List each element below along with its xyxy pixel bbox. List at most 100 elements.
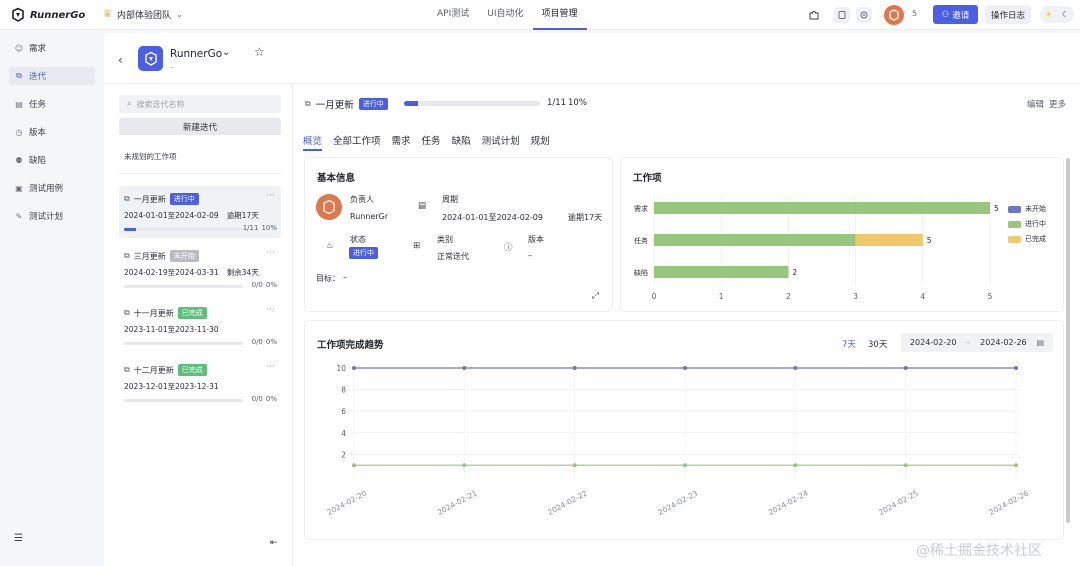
- more-icon[interactable]: ···: [266, 362, 275, 372]
- x-tick-label: 1: [719, 292, 724, 301]
- data-point: [903, 366, 908, 370]
- iteration-dates: 2023-11-01至2023-11-30: [124, 324, 219, 335]
- more-icon[interactable]: ···: [266, 248, 275, 258]
- nav-item[interactable]: ☺ 需求: [9, 39, 95, 57]
- date-to: 2024-02-26: [980, 338, 1027, 347]
- status-badge: 已完成: [177, 364, 207, 376]
- edit-button[interactable]: 编辑: [1027, 98, 1044, 110]
- data-point: [462, 366, 467, 370]
- scrollbar[interactable]: [1066, 158, 1070, 523]
- nav-item[interactable]: ◷ 版本: [9, 123, 95, 141]
- nav-item[interactable]: ▣ 测试用例: [9, 179, 95, 197]
- data-point: [352, 366, 356, 370]
- iteration-icon: ⧉: [124, 251, 130, 260]
- sub-tab[interactable]: 任务: [422, 133, 441, 151]
- y-category-label: 缺陷: [634, 268, 648, 277]
- star-icon[interactable]: ☆: [254, 45, 265, 59]
- version-icon: ◷: [15, 127, 23, 137]
- progress-percent: 0%: [265, 281, 277, 289]
- range-7-days[interactable]: 7天: [842, 338, 856, 350]
- document-icon[interactable]: [834, 7, 850, 23]
- nav-item-label: 缺陷: [29, 156, 47, 166]
- expand-icon[interactable]: ⤢: [592, 291, 599, 301]
- iteration-search-input[interactable]: ⌕ 搜索迭代名称: [119, 95, 281, 113]
- chevron-down-icon[interactable]: ⌄: [222, 47, 230, 58]
- sub-tab[interactable]: 需求: [392, 133, 411, 151]
- data-point: [462, 463, 467, 468]
- more-icon[interactable]: ···: [266, 191, 275, 201]
- iteration-item[interactable]: ⧉ 十二月更新 已完成 ··· 2023-12-01至2023-12-31 0/0 0%: [119, 357, 281, 409]
- progress-text: 0/0 0%: [252, 281, 277, 289]
- operation-log-button[interactable]: 操作日志: [985, 5, 1031, 24]
- unplanned-items-link[interactable]: 未规划的工作项: [124, 151, 177, 162]
- new-iteration-button[interactable]: 新建迭代: [119, 118, 281, 135]
- calendar-icon: ▤: [418, 201, 427, 211]
- sub-tab[interactable]: 测试计划: [482, 133, 520, 151]
- iteration-name: 十二月更新: [133, 365, 174, 375]
- member-count: 5: [912, 9, 918, 18]
- nav-item[interactable]: ⧉ 迭代: [9, 67, 95, 85]
- app-name: RunnerGo: [30, 9, 86, 21]
- top-tab[interactable]: API测试: [428, 0, 478, 30]
- x-tick-label: 2024-02-20: [325, 488, 368, 517]
- legend-item: 未开始: [1008, 204, 1046, 214]
- bar-segment: [654, 266, 789, 278]
- nav-item[interactable]: ✎ 测试计划: [9, 207, 95, 225]
- x-tick-label: 2: [786, 292, 791, 301]
- theme-toggle[interactable]: ☀ ☾: [1040, 6, 1074, 23]
- iteration-item[interactable]: ⧉ 三月更新 未开始 ··· 2024-02-19至2024-03-31 剩余34天 0/0…: [119, 243, 281, 295]
- progress-bar: [124, 228, 243, 231]
- iteration-icon: ⧉: [16, 71, 22, 80]
- nav-item[interactable]: ⚉ 缺陷: [9, 151, 95, 169]
- requirement-icon: ☺: [14, 43, 24, 53]
- sub-tabs: 概览 全部工作项 需求 任务 缺陷 测试计划 规划: [303, 133, 550, 151]
- legend-item: 进行中: [1008, 219, 1046, 229]
- user-avatar[interactable]: [884, 5, 904, 25]
- crown-icon: ♛: [103, 9, 112, 20]
- legend-label: 未开始: [1025, 205, 1046, 213]
- date-range-picker[interactable]: 2024-02-20 – 2024-02-26 ▤: [901, 333, 1053, 352]
- project-name[interactable]: RunnerGo: [170, 48, 222, 60]
- nav-item-label: 需求: [29, 44, 47, 54]
- period-overdue: 逾期17天: [568, 213, 603, 222]
- status-value: 进行中: [349, 247, 378, 259]
- sub-tab[interactable]: 概览: [303, 133, 323, 151]
- iteration-item[interactable]: ⧉ 一月更新 进行中 ··· 2024-01-01至2024-02-09 逾期17天 1/1…: [119, 186, 281, 238]
- more-icon[interactable]: ···: [266, 305, 275, 315]
- nav-item[interactable]: ▤ 任务: [9, 95, 95, 113]
- progress-count: 1/11: [547, 98, 567, 108]
- invite-button[interactable]: ⚇ 邀请: [933, 5, 978, 24]
- progress-bar: [124, 399, 243, 402]
- top-tab[interactable]: 项目管理: [532, 0, 587, 30]
- status-badge: 已完成: [177, 307, 207, 319]
- puzzle-icon[interactable]: [806, 7, 822, 23]
- collapse-panel-icon[interactable]: ⇤: [270, 538, 278, 548]
- sub-tab[interactable]: 全部工作项: [333, 133, 381, 151]
- fire-icon: ♨: [326, 241, 334, 251]
- date-range: 2023-12-01至2023-12-31: [124, 382, 219, 391]
- data-point: [903, 463, 908, 468]
- iteration-dates: 2024-02-19至2024-03-31 剩余34天: [124, 267, 259, 278]
- team-selector[interactable]: ♛ 内部体验团队 ⌄: [103, 8, 183, 21]
- iteration-item[interactable]: ⧉ 十一月更新 已完成 ··· 2023-11-01至2023-11-30 0/0 0%: [119, 300, 281, 352]
- bar-segment: [654, 234, 856, 246]
- top-tab[interactable]: UI自动化: [478, 0, 532, 30]
- x-tick-label: 2024-02-26: [987, 488, 1030, 517]
- app-logo[interactable]: RunnerGo: [10, 7, 85, 23]
- settings-icon[interactable]: [856, 7, 872, 23]
- top-nav: API测试 UI自动化 项目管理: [428, 0, 587, 30]
- sub-tab[interactable]: 缺陷: [452, 133, 471, 151]
- bug-icon: ⚉: [15, 155, 23, 165]
- more-button[interactable]: 更多: [1049, 98, 1066, 110]
- y-tick-label: 8: [341, 386, 346, 395]
- work-items-bar-chart: 0 1 2 3 4 5 需求 5 任务 5 缺陷 2: [634, 197, 999, 301]
- range-30-days[interactable]: 30天: [868, 338, 887, 350]
- date-from: 2024-02-20: [909, 338, 957, 347]
- sun-icon: ☀: [1044, 10, 1053, 19]
- back-icon[interactable]: ‹: [118, 53, 123, 67]
- date-range: 2024-01-01至2024-02-09: [124, 211, 219, 220]
- y-tick-label: 2: [341, 450, 346, 459]
- legend-swatch: [1008, 235, 1021, 243]
- sub-tab[interactable]: 规划: [531, 133, 550, 151]
- menu-icon[interactable]: ☰: [14, 533, 23, 544]
